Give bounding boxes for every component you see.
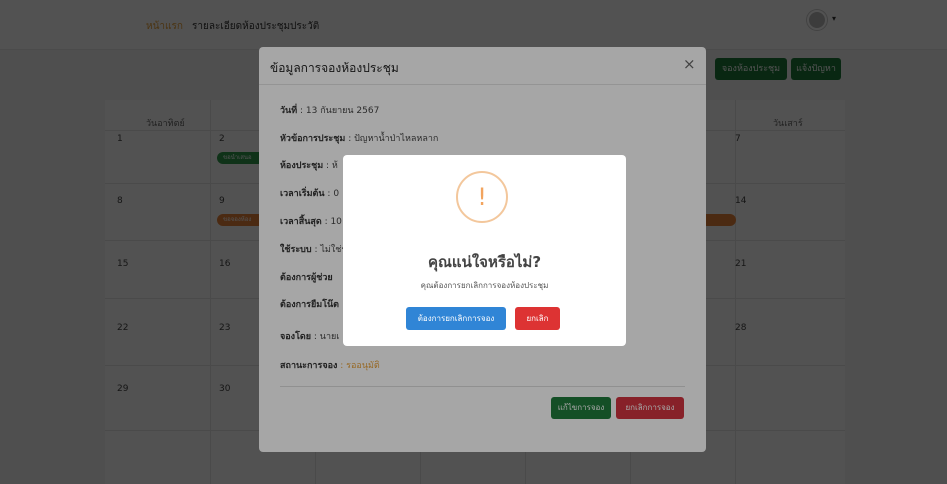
warning-icon: ! [456,171,508,223]
dismiss-button[interactable]: ยกเลิก [515,307,560,330]
confirm-message: คุณต้องการยกเลิกการจองห้องประชุม [420,281,549,290]
exclamation-icon: ! [477,183,487,211]
confirm-cancel-booking-button[interactable]: ต้องการยกเลิกการจอง [406,307,506,330]
confirm-dialog: ! คุณแน่ใจหรือไม่? คุณต้องการยกเลิกการจอ… [343,155,626,346]
confirm-title: คุณแน่ใจหรือไม่? [427,253,542,271]
